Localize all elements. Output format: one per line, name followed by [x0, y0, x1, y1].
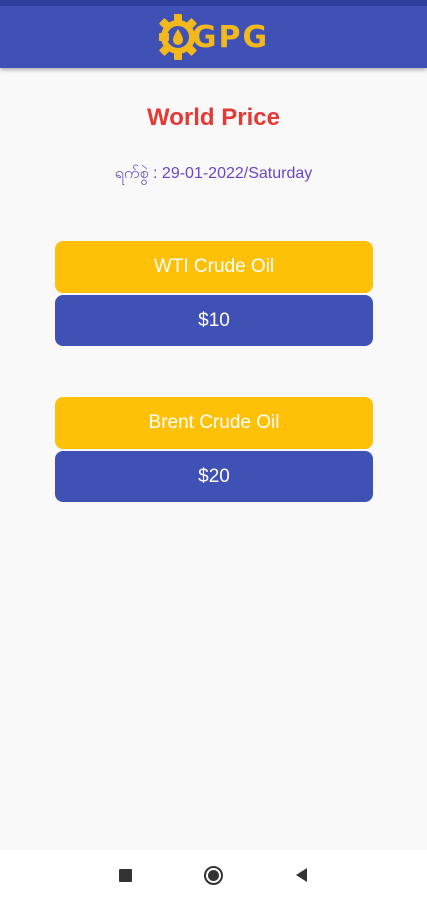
app-bar: GPG — [0, 6, 427, 68]
back-button[interactable] — [280, 853, 324, 897]
date-label: ရက်စွဲ : 29-01-2022/Saturday — [114, 165, 313, 182]
main-content: World Price ရက်စွဲ : 29-01-2022/Saturday… — [0, 68, 427, 850]
back-icon — [296, 868, 307, 882]
price-name-wti[interactable]: WTI Crude Oil — [55, 241, 373, 293]
recent-apps-button[interactable] — [104, 853, 148, 897]
home-button[interactable] — [192, 853, 236, 897]
price-name-brent[interactable]: Brent Crude Oil — [55, 397, 373, 449]
logo-text: GPG — [191, 19, 270, 55]
home-icon — [204, 865, 223, 885]
recent-apps-icon — [119, 868, 132, 882]
price-value-wti[interactable]: $10 — [55, 295, 373, 346]
page-title: World Price — [147, 104, 280, 131]
app-logo: GPG — [158, 9, 269, 65]
price-card-wti: WTI Crude Oil $10 — [55, 241, 373, 346]
price-card-brent: Brent Crude Oil $20 — [55, 397, 373, 502]
price-value-brent[interactable]: $20 — [55, 451, 373, 502]
system-nav-bar — [0, 850, 427, 900]
